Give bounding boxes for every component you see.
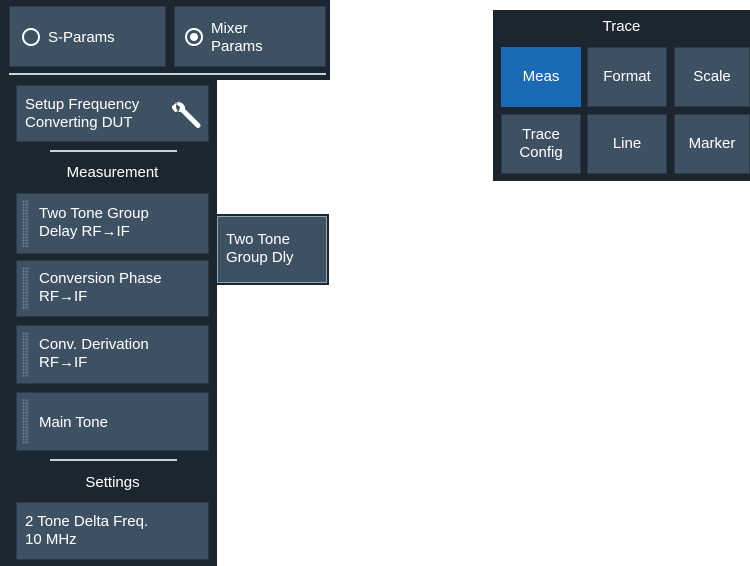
s-params-label: S-Params [48,29,115,46]
settings-divider [50,459,177,461]
measurement-label: Conv. Derivation RF→IF [39,336,149,371]
conversion-phase-button[interactable]: Conversion Phase RF→IF [16,260,209,317]
two-tone-group-delay-button[interactable]: Two Tone Group Delay RF→IF [16,193,209,254]
marker-button[interactable]: Marker [674,114,750,174]
settings-button-label: 2 Tone Delta Freq. 10 MHz [25,513,149,548]
two-tone-delta-freq-button[interactable]: 2 Tone Delta Freq. 10 MHz [16,502,209,560]
scale-label: Scale [693,68,731,85]
trace-config-button[interactable]: Trace Config [501,114,581,174]
drag-grip-icon[interactable] [22,200,29,247]
submenu-label: Two Tone Group Dly [226,231,294,266]
setup-button-label: Setup Frequency Converting DUT [25,96,140,131]
two-tone-group-dly-button[interactable]: Two Tone Group Dly [217,216,327,283]
meas-label: Meas [522,68,560,85]
drag-grip-icon[interactable] [22,267,29,310]
drag-grip-icon[interactable] [22,332,29,377]
measurement-divider [50,150,177,152]
trace-config-label: Trace Config [519,126,563,161]
drag-grip-icon[interactable] [22,399,29,444]
mode-selector-bar: S-Params Mixer Params [0,0,330,80]
measurement-label: Main Tone [39,414,108,431]
mixer-params-button[interactable]: Mixer Params [174,6,326,67]
marker-label: Marker [688,135,736,152]
line-button[interactable]: Line [587,114,667,174]
settings-header: Settings [85,474,140,491]
scale-button[interactable]: Scale [674,47,750,107]
trace-panel-title: Trace [602,18,641,35]
format-button[interactable]: Format [587,47,667,107]
mixer-params-label: Mixer Params [211,20,263,55]
wrench-icon [171,97,204,134]
format-label: Format [603,68,651,85]
mixer-params-radio-icon[interactable] [185,28,203,46]
main-tone-button[interactable]: Main Tone [16,392,209,451]
setup-frequency-converting-dut-button[interactable]: Setup Frequency Converting DUT [16,85,209,142]
measurement-label: Conversion Phase RF→IF [39,270,162,305]
meas-button[interactable]: Meas [501,47,581,107]
conv-derivation-button[interactable]: Conv. Derivation RF→IF [16,325,209,384]
line-label: Line [612,135,642,152]
s-params-radio-icon[interactable] [22,28,40,46]
measurement-label: Two Tone Group Delay RF→IF [39,205,149,240]
measurement-header: Measurement [66,164,159,181]
s-params-button[interactable]: S-Params [9,6,166,67]
submenu-popup: Two Tone Group Dly [215,214,329,285]
side-panel [0,80,217,566]
trace-panel: Trace Meas Format Scale Trace Config Lin… [493,10,750,181]
mode-selector-divider [9,73,326,75]
